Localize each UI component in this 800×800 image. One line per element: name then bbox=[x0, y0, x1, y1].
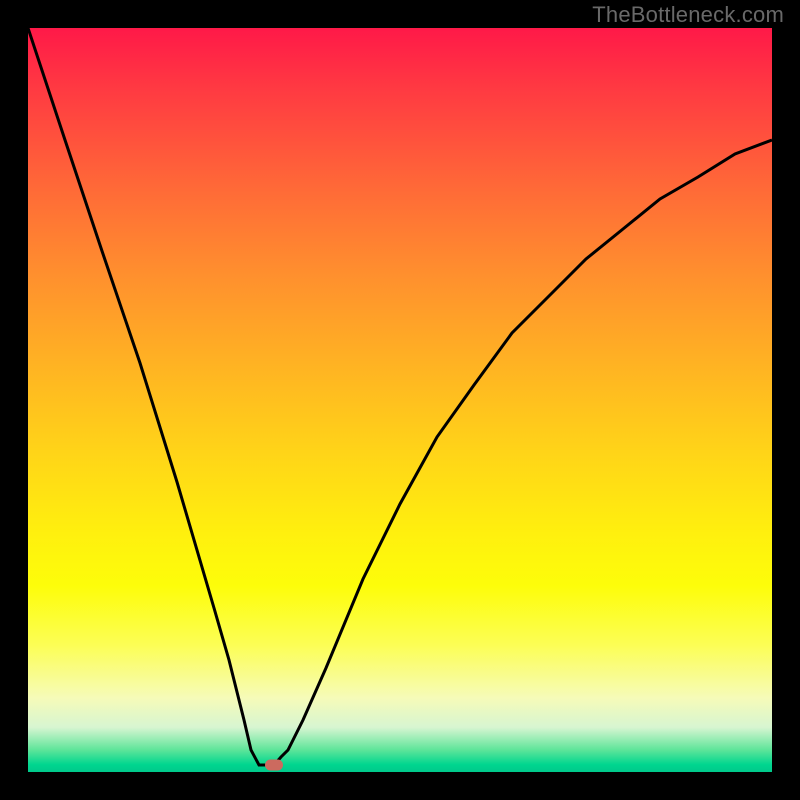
chart-container: TheBottleneck.com bbox=[0, 0, 800, 800]
bottleneck-curve-path bbox=[28, 28, 772, 765]
watermark-text: TheBottleneck.com bbox=[592, 2, 784, 28]
optimal-marker bbox=[265, 760, 283, 771]
curve-svg bbox=[28, 28, 772, 772]
plot-area bbox=[28, 28, 772, 772]
